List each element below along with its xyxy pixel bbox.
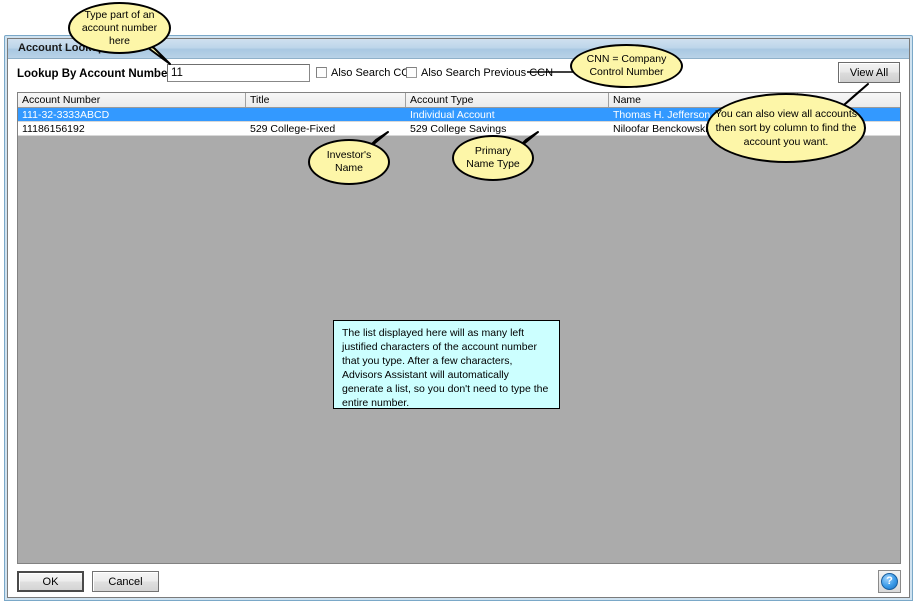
view-all-button[interactable]: View All [838,62,900,83]
account-number-input[interactable] [167,64,310,82]
help-icon: ? [881,573,898,590]
checkbox-label-ccn: Also Search CCN [331,67,417,79]
cell-account-type: 529 College Savings [406,122,609,135]
callout-investors-name: Investor's Name [308,139,390,185]
cell-account-number: 111-32-3333ABCD [18,108,246,121]
column-header-account-type[interactable]: Account Type [406,93,609,107]
callout-view-all-note-text: You can also view all accounts then sort… [714,107,858,149]
column-header-title[interactable]: Title [246,93,406,107]
callout-primary-name-type-text: Primary Name Type [460,145,526,171]
help-button[interactable]: ? [878,570,901,593]
callout-type-part-text: Type part of an account number here [76,9,163,48]
info-box-list-note: The list displayed here will as many lef… [333,320,560,409]
callout-cnn-text: CNN = Company Control Number [578,53,675,79]
cell-account-type: Individual Account [406,108,609,121]
callout-cnn: CNN = Company Control Number [570,44,683,88]
callout-view-all-note: You can also view all accounts then sort… [706,93,866,163]
callout-primary-name-type: Primary Name Type [452,135,534,181]
cell-account-number: 11186156192 [18,122,246,135]
checkbox-box-previous-ccn[interactable] [406,67,417,78]
callout-investors-name-text: Investor's Name [316,149,382,175]
cell-title [246,108,406,121]
dialog-footer: OK Cancel ? [8,565,909,597]
column-header-account-number[interactable]: Account Number [18,93,246,107]
lookup-label: Lookup By Account Number [17,68,172,80]
ok-button[interactable]: OK [17,571,84,592]
checkbox-box-ccn[interactable] [316,67,327,78]
info-box-list-note-text: The list displayed here will as many lef… [342,327,548,409]
checkbox-also-search-ccn[interactable]: Also Search CCN [316,67,417,79]
callout-type-part: Type part of an account number here [68,2,171,54]
screen-root: Account Lookup Lookup By Account Number … [0,0,917,607]
cancel-button[interactable]: Cancel [92,571,159,592]
